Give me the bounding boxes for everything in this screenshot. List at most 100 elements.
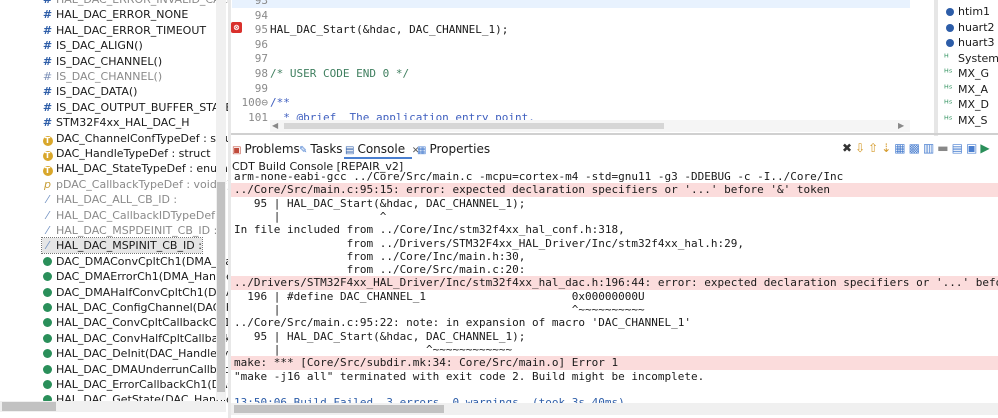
variable-icon <box>946 23 954 32</box>
pin-console-icon[interactable]: ▩ <box>909 141 923 155</box>
type-icon: T <box>42 135 53 146</box>
function-icon: ᴴˢ <box>944 83 953 95</box>
copy-icon[interactable]: ▤ <box>952 141 966 155</box>
outline-item-label: HAL_DAC_ALL_CB_ID : <box>56 193 178 207</box>
outline-item[interactable]: # IS_DAC_CHANNEL() <box>42 69 162 84</box>
line-number: 98 <box>254 67 268 80</box>
scroll-left-arrow-icon[interactable]: ◀ <box>272 120 282 132</box>
more-icon[interactable]: ▶ <box>980 141 992 155</box>
outline-item[interactable]: DAC_DMAConvCpltCh1(DMA_HandleTypeDef*) <box>42 254 228 269</box>
line-number: 101 <box>248 110 268 124</box>
line-number: 95 <box>254 23 268 37</box>
tab-tasks[interactable]: ✎ Tasks <box>299 140 343 158</box>
console-line-text: 95 | HAL_DAC_Start(&hdac, DAC_CHANNEL_1)… <box>234 196 526 210</box>
function-icon: ᴴˢ <box>944 68 953 79</box>
outline-item[interactable]: HAL_DAC_DeInit(DAC_HandleTypeDef*) <box>42 346 228 361</box>
scroll-right-arrow-icon[interactable]: ▶ <box>898 120 908 132</box>
console-line-text: from ../Core/Inc/main.h:30, <box>234 249 526 263</box>
outline-item[interactable]: ⁄ HAL_DAC_MSPDEINIT_CB_ID : <box>42 223 218 238</box>
outline-item-label: IS_DAC_CHANNEL() <box>56 70 163 83</box>
outline-item-label: HAL_DAC_DeInit(DAC_HandleTypeDef*) <box>56 347 228 361</box>
outline-item[interactable]: ⁄ HAL_DAC_MSPINIT_CB_ID : <box>41 237 203 255</box>
right-outline-item[interactable]: MX_D <box>958 98 989 112</box>
right-outline-item[interactable]: huart2 <box>958 21 995 35</box>
tab-console[interactable]: ▤ Console ✕ <box>345 140 420 158</box>
right-outline-item[interactable]: MX_S <box>958 114 988 128</box>
outline-horizontal-scroll-thumb[interactable] <box>2 402 56 411</box>
console-line-text: arm-none-eabi-gcc ../Core/Src/main.c -mc… <box>234 170 844 183</box>
outline-item[interactable]: # HAL_DAC_ERROR_NONE <box>42 7 188 22</box>
outline-item-label: HAL_DAC_ConfigChannel(DAC_HandleTypeDef*… <box>56 301 228 314</box>
right-outline-item[interactable]: MX_G <box>958 67 989 81</box>
console-line: arm-none-eabi-gcc ../Core/Src/main.c -mc… <box>231 170 998 184</box>
outline-item-label: HAL_DAC_ConvHalfCpltCallbackCh1(DAC_Hand… <box>56 331 228 345</box>
outline-item-label: IS_DAC_DATA() <box>56 85 138 99</box>
outline-item[interactable]: # HAL_DAC_ERROR_TIMEOUT <box>42 23 206 38</box>
function-icon: ᴴˢ <box>944 114 953 126</box>
enumerator-icon: ⁄ <box>46 193 49 207</box>
right-outline-item[interactable]: MX_A <box>958 83 988 97</box>
new-console-icon[interactable]: ▣ <box>966 141 980 155</box>
tab-properties[interactable]: ▦ Properties <box>417 140 490 158</box>
enumerator-icon: ⁄ <box>46 208 49 222</box>
outline-item[interactable]: # IS_DAC_OUTPUT_BUFFER_STATE() <box>42 100 228 115</box>
type-icon-wrap: T <box>42 146 53 161</box>
open-console-icon[interactable]: ▬ <box>937 141 951 155</box>
outline-item[interactable]: T DAC_HandleTypeDef : struct <box>42 146 211 161</box>
right-outline-item[interactable]: huart3 <box>958 36 995 50</box>
function-icon <box>42 269 53 284</box>
outline-vertical-scroll-thumb[interactable] <box>217 182 225 392</box>
function-icon <box>42 285 53 300</box>
console-line-text: | ^ <box>234 209 387 223</box>
outline-item[interactable]: T DAC_ChannelConfTypeDef : struct <box>42 131 228 146</box>
code-line[interactable]: /* USER CODE END 0 */ <box>270 67 409 81</box>
outline-item-label: HAL_DAC_ERROR_NONE <box>56 8 189 22</box>
outline-item-label: IS_DAC_OUTPUT_BUFFER_STATE() <box>56 100 228 114</box>
outline-item[interactable]: T HAL_DAC_StateTypeDef : enum <box>42 161 228 177</box>
enumerator-icon: ⁄ <box>46 239 49 253</box>
outline-item[interactable]: # STM32F4xx_HAL_DAC_H <box>42 115 190 130</box>
console-error-line: ../Core/Src/main.c:95:15: error: expecte… <box>231 183 998 198</box>
outline-item[interactable]: HAL_DAC_ConfigChannel(DAC_HandleTypeDef*… <box>42 300 228 315</box>
outline-item[interactable]: # IS_DAC_ALIGN() <box>42 38 143 53</box>
word-wrap-icon[interactable]: ▦ <box>894 141 908 155</box>
outline-item[interactable]: #HAL_DAC_ERROR_INVALID_CALLBACK <box>42 0 228 7</box>
clear-console-icon[interactable]: ✖ <box>842 141 855 155</box>
enumerator-icon: ⁄ <box>46 224 49 237</box>
outline-item[interactable]: DAC_DMAErrorCh1(DMA_HandleTypeDef*) <box>42 269 228 284</box>
function-icon <box>42 346 53 361</box>
code-line[interactable]: /** <box>270 96 290 110</box>
outline-item[interactable]: p pDAC_CallbackTypeDef : void(*)(DAC_Hand… <box>42 177 228 192</box>
editor-console-divider[interactable] <box>231 133 998 135</box>
code-line[interactable]: HAL_DAC_Start(&hdac, DAC_CHANNEL_1); <box>270 23 508 37</box>
scroll-lock-icon[interactable]: ⇣ <box>881 141 894 155</box>
outline-item[interactable]: HAL_DAC_ConvCpltCallbackCh1(DAC_HandleTy… <box>42 315 228 330</box>
right-outline-item[interactable]: htim1 <box>958 5 990 19</box>
outline-item[interactable]: HAL_DAC_ErrorCallbackCh1(DAC_HandleTypeD… <box>42 377 228 392</box>
editor-horizontal-scroll-thumb[interactable] <box>284 123 664 129</box>
console-line-text: 95 | HAL_DAC_Start(&hdac, DAC_CHANNEL_1)… <box>234 329 526 343</box>
macro-icon: # <box>42 70 53 83</box>
display-console-icon[interactable]: ▥ <box>923 141 937 155</box>
console-horizontal-scroll-thumb[interactable] <box>234 405 444 413</box>
outline-item-label: HAL_DAC_MSPINIT_CB_ID : <box>56 239 202 253</box>
outline-item[interactable]: HAL_DAC_DMAUnderrunCallbackCh1(DAC_Handl… <box>42 362 228 377</box>
console-line: | ^~~~~~~~~~~~~ <box>231 343 998 357</box>
outline-item-label: DAC_HandleTypeDef : struct <box>56 147 211 160</box>
variable-icon <box>946 8 954 16</box>
right-outline-item[interactable]: System <box>958 52 998 66</box>
outline-item[interactable]: # IS_DAC_DATA() <box>42 84 138 99</box>
tab-problems[interactable]: ▣ Problems <box>232 140 300 158</box>
outline-item[interactable]: DAC_DMAHalfConvCpltCh1(DMA_HandleTypeDef… <box>42 285 228 300</box>
outline-item[interactable]: ⁄ HAL_DAC_ALL_CB_ID : <box>42 192 178 207</box>
console-toolbar: ✖⇩⇧⇣▦▩▥▬▤▣▶ <box>842 140 998 156</box>
console-line-text: | ^~~~~~~~~~~ <box>234 303 645 316</box>
console-line-text: make: *** [Core/Src/subdir.mk:34: Core/S… <box>234 356 619 370</box>
scroll-down-icon[interactable]: ⇩ <box>855 141 868 155</box>
outline-item[interactable]: HAL_DAC_ConvHalfCpltCallbackCh1(DAC_Hand… <box>42 331 228 346</box>
outline-item[interactable]: # IS_DAC_CHANNEL() <box>42 54 162 69</box>
outline-item[interactable]: ⁄ HAL_DAC_CallbackIDTypeDef : <box>42 208 223 223</box>
console-line-text: "make -j16 all" terminated with exit cod… <box>234 369 705 383</box>
console-line-text: from ../Drivers/STM32F4xx_HAL_Driver/Inc… <box>234 236 744 250</box>
scroll-up-icon[interactable]: ⇧ <box>868 141 881 155</box>
